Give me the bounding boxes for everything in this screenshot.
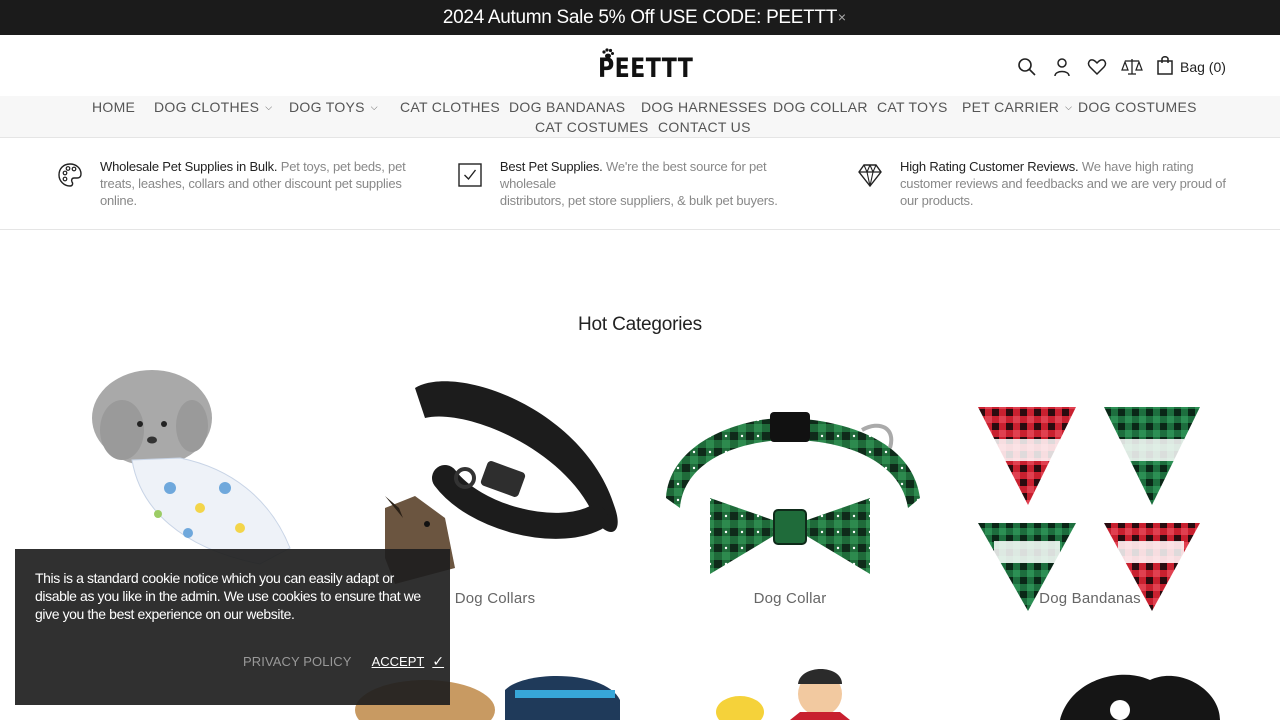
feature-line: customer reviews and feedbacks and we ar… [900,176,1226,191]
nav-item-pet-carrier[interactable]: PET CARRIER ⌵ [962,97,1072,117]
nav-item-label: DOG CLOTHES [154,99,260,115]
nav-item-cat-costumes[interactable]: CAT COSTUMES [535,117,649,137]
feature-title: High Rating Customer Reviews. [900,159,1079,174]
nav-item-label: DOG TOYS [289,99,365,115]
category-card-pet-costumes[interactable] [950,660,1230,720]
privacy-policy-link[interactable]: PRIVACY POLICY [243,654,352,669]
account-icon[interactable] [1051,56,1073,78]
bag-button[interactable]: Bag (0) [1156,55,1226,80]
nav-item-dog-clothes[interactable]: DOG CLOTHES ⌵ [154,97,272,117]
nav-item-label: DOG HARNESSES [641,99,768,115]
feature-line: We have high rating [1081,159,1194,174]
category-card-dog-bandanas[interactable]: Dog Bandanas [950,368,1230,638]
section-title: Hot Categories [578,314,702,335]
site-header: PEETTT Bag (0) [0,35,1280,96]
accept-label: ACCEPT [371,654,425,669]
nav-item-label: CAT COSTUMES [535,119,649,135]
feature-title: Wholesale Pet Supplies in Bulk. [100,159,278,174]
cookie-notice: This is a standard cookie notice which y… [15,549,450,705]
feature-text: High Rating Customer Reviews. We have hi… [900,158,1226,209]
feature-text: Best Pet Supplies. We're the best source… [500,158,825,209]
cookie-line: disable as you like in the admin. We use… [35,588,421,604]
nav-item-dog-toys[interactable]: DOG TOYS ⌵ [289,97,378,117]
category-label: Dog Collar [753,590,827,607]
diamond-icon [855,160,885,190]
feature-line: online. [100,193,137,208]
nav-item-contact-us[interactable]: CONTACT US [658,117,751,137]
bag-icon [1156,55,1174,80]
nav-item-label: CAT CLOTHES [400,99,501,115]
logo-text: PEETTT [598,52,694,84]
feature-text: Wholesale Pet Supplies in Bulk. Pet toys… [100,158,406,209]
feature-line: distributors, pet store suppliers, & bul… [499,193,778,208]
category-image [716,669,850,720]
cookie-line: give you the best experience on our webs… [35,606,295,622]
chevron-down-icon: ⌵ [1065,101,1073,112]
feature-line: our products. [900,193,974,208]
feature-best-supplies: Best Pet Supplies. We're the best source… [455,158,825,209]
cookie-actions: PRIVACY POLICY ACCEPT ✓ [243,653,444,670]
nav-item-label: CONTACT US [658,119,751,135]
cookie-line: This is a standard cookie notice which y… [35,570,394,586]
nav-item-dog-costumes[interactable]: DOG COSTUMES [1078,97,1197,117]
nav-item-label: CAT TOYS [877,99,948,115]
feature-reviews: High Rating Customer Reviews. We have hi… [855,158,1235,209]
chevron-down-icon: ⌵ [265,101,273,112]
nav-item-cat-clothes[interactable]: CAT CLOTHES [400,97,500,117]
main-nav: HOME DOG CLOTHES ⌵ DOG TOYS ⌵ CAT CLOTHES … [0,96,1280,138]
palette-icon [55,160,85,190]
feature-line: Pet toys, pet beds, pet [280,159,406,174]
checkbox-icon [455,160,485,190]
feature-title: Best Pet Supplies. [499,159,603,174]
accept-button[interactable]: ACCEPT ✓ [372,653,444,670]
wishlist-icon[interactable] [1086,56,1108,78]
nav-item-dog-harnesses[interactable]: DOG HARNESSES [641,97,767,117]
nav-item-label: HOME [92,99,136,115]
nav-item-label: DOG COSTUMES [1078,99,1197,115]
nav-item-dog-collar[interactable]: DOG COLLAR [773,97,868,117]
bag-label: Bag (0) [1180,59,1226,75]
site-logo[interactable]: PEETTT [598,48,693,84]
compare-icon[interactable] [1121,56,1143,78]
cookie-text: This is a standard cookie notice which y… [35,569,430,623]
nav-item-label: DOG COLLAR [773,99,868,115]
nav-item-cat-toys[interactable]: CAT TOYS [877,97,948,117]
category-image [1060,674,1220,720]
category-card-dog-toys[interactable] [650,660,930,720]
check-icon: ✓ [432,653,445,669]
nav-item-dog-bandanas[interactable]: DOG BANDANAS [509,97,625,117]
category-image [666,412,920,574]
search-icon[interactable] [1016,56,1038,78]
category-label: Dog Bandanas [1039,590,1141,607]
announcement-text: 2024 Autumn Sale 5% Off USE CODE: PEETTT [442,6,838,28]
nav-item-home[interactable]: HOME [92,97,135,117]
category-card-dog-collar[interactable]: Dog Collar [650,368,930,638]
nav-item-label: DOG BANDANAS [509,99,626,115]
close-icon[interactable]: × [836,9,848,25]
features-bar: Wholesale Pet Supplies in Bulk. Pet toys… [0,138,1280,230]
header-icons: Bag (0) [1016,55,1226,79]
chevron-down-icon: ⌵ [370,101,378,112]
nav-item-label: PET CARRIER [962,99,1060,115]
announcement-bar: 2024 Autumn Sale 5% Off USE CODE: PEETTT… [0,0,1280,35]
feature-wholesale: Wholesale Pet Supplies in Bulk. Pet toys… [55,158,415,209]
feature-line: treats, leashes, collars and other disco… [100,176,402,191]
